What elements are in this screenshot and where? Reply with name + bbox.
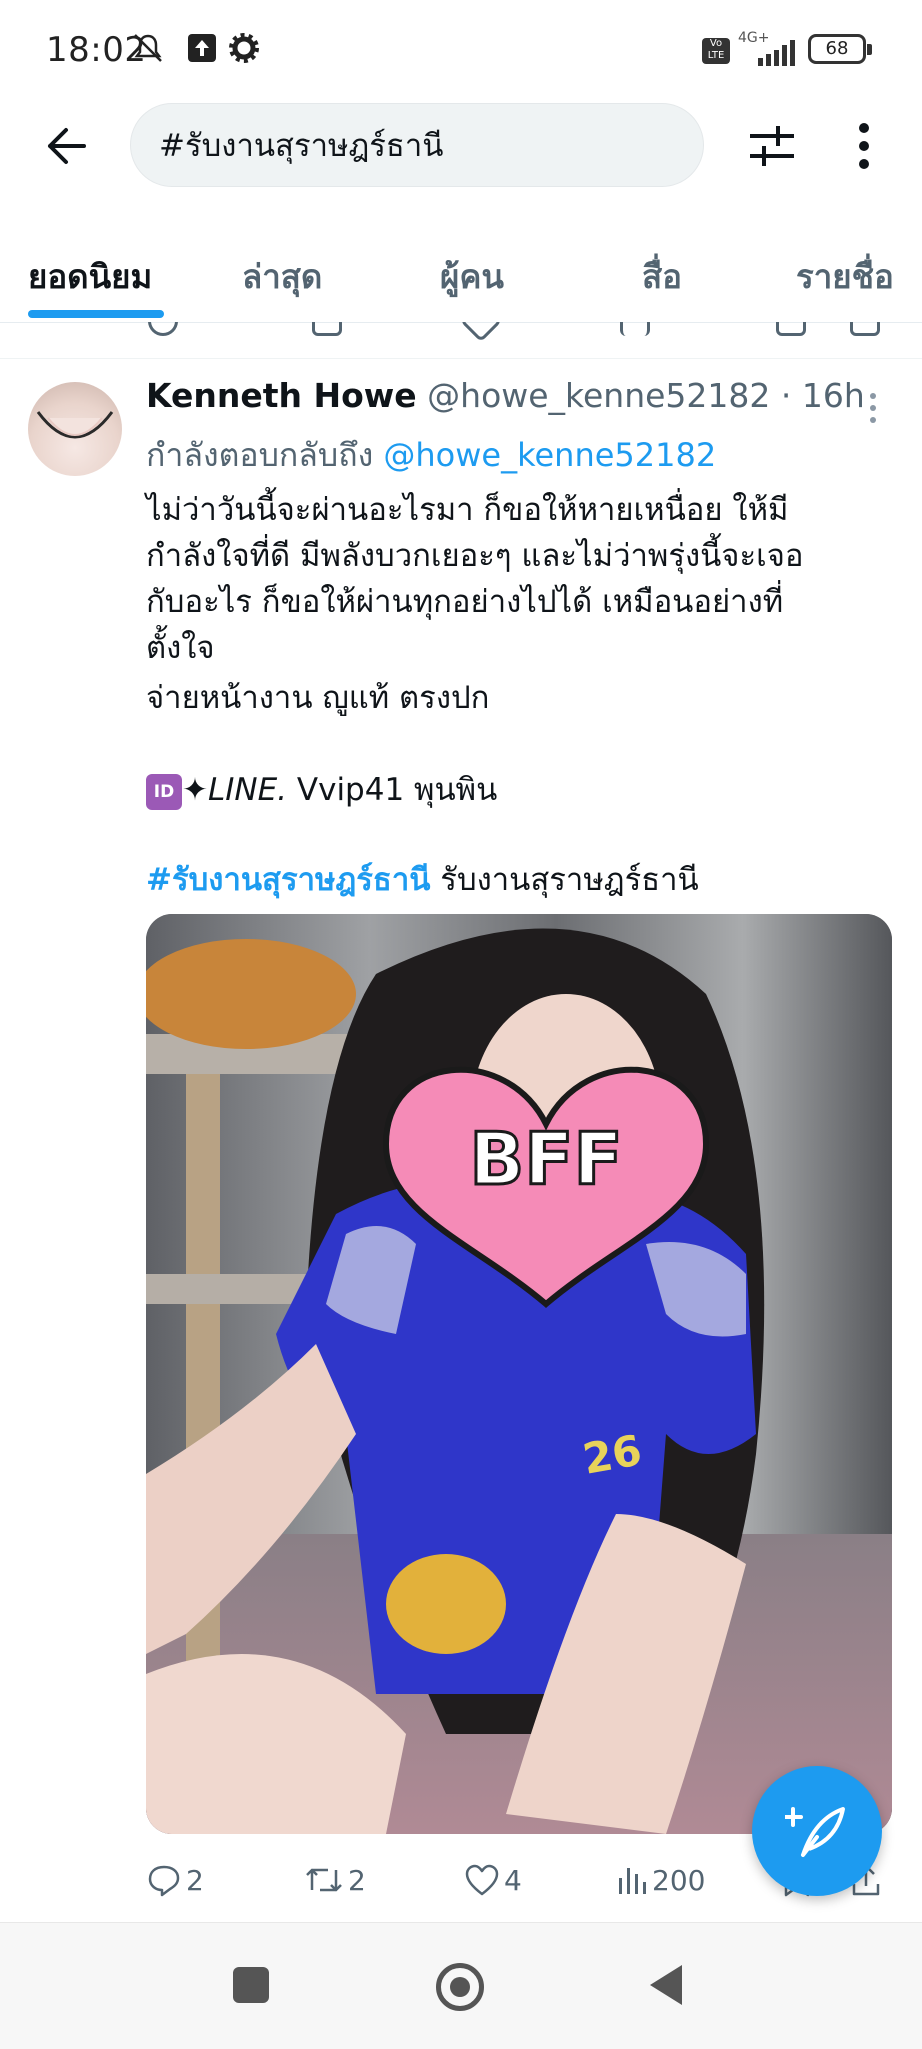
avatar-image: [36, 411, 114, 439]
search-input[interactable]: #รับงานสุราษฎร์ธานี: [130, 103, 704, 187]
vertical-dots-icon: [859, 123, 869, 169]
reply-mention[interactable]: @howe_kenne52182: [383, 436, 716, 474]
back-button[interactable]: [646, 1963, 686, 2007]
like-count: 4: [504, 1863, 522, 1897]
settings-icon: [229, 33, 259, 63]
retweet-count: 2: [348, 1863, 366, 1897]
vertical-dots-icon: [870, 393, 876, 423]
jersey-text: 26: [579, 1425, 645, 1483]
tweet-more-button[interactable]: [858, 388, 888, 428]
system-nav-bar: [0, 1922, 922, 2049]
retweet-icon: [306, 1868, 342, 1892]
tweet-header: Kenneth Howe @howe_kenne52182 · 16h: [146, 376, 866, 422]
views-button[interactable]: 200: [616, 1858, 705, 1902]
reply-button[interactable]: 2: [146, 1858, 204, 1902]
reply-prefix: กำลังตอบกลับถึง: [146, 436, 374, 474]
home-button[interactable]: [436, 1963, 484, 2011]
author-handle[interactable]: @howe_kenne52182: [427, 376, 770, 415]
tab-latest[interactable]: ล่าสุด: [242, 250, 322, 303]
sliders-icon: [750, 126, 794, 166]
share-icon: [850, 322, 880, 336]
compose-tweet-icon: [785, 1807, 845, 1857]
avatar[interactable]: [28, 382, 122, 476]
tweet-text-line: กำลังใจที่ดี มีพลังบวกเยอะๆ และไม่ว่าพรุ…: [146, 538, 804, 574]
recent-apps-button[interactable]: [233, 1967, 269, 2003]
retweet-icon: [312, 322, 342, 336]
reply-count: 2: [186, 1863, 204, 1897]
author-name[interactable]: Kenneth Howe: [146, 376, 417, 415]
header-separator: ·: [770, 376, 802, 415]
heart-icon: [465, 1864, 499, 1896]
compose-tweet-button[interactable]: [752, 1766, 882, 1896]
tweet-hashtag-line: #รับงานสุราษฎร์ธานี รับงานสุราษฎร์ธานี: [146, 854, 699, 904]
tweet-text-line: ตั้งใจ: [146, 630, 215, 666]
tweet-text-line: จ่ายหน้างาน ญูแท้ ตรงปก: [146, 680, 490, 716]
volte-icon: Vo LTE: [702, 38, 730, 64]
tweet-line-contact: ID ✦LINE. Vvip41 พุนพิน: [146, 764, 497, 814]
tab-media[interactable]: สื่อ: [642, 250, 682, 303]
photo: 26 BFF: [146, 914, 892, 1834]
upload-icon: [188, 34, 216, 62]
view-count: 200: [652, 1863, 706, 1897]
arrow-left-icon: [48, 128, 86, 164]
sparkle-icon: ✦: [182, 772, 208, 808]
id-badge-icon: ID: [146, 773, 182, 810]
status-bar: 18:02 Vo LTE 4G+ 68: [0, 0, 922, 100]
previous-tweet-actions: [0, 322, 922, 359]
tab-top[interactable]: ยอดนิยม: [28, 250, 152, 303]
more-options-button[interactable]: [832, 114, 896, 178]
heart-icon: [459, 322, 503, 343]
search-tabs: ยอดนิยม ล่าสุด ผู้คน สื่อ รายชื่อ: [0, 232, 922, 323]
mute-icon: [134, 34, 162, 62]
retweet-button[interactable]: 2: [304, 1858, 366, 1902]
active-tab-indicator: [28, 310, 164, 318]
tweet-text-line: กับอะไร ก็ขอให้ผ่านทุกอย่างไปได้ เหมือนอ…: [146, 584, 784, 620]
hashtag-suffix: รับงานสุราษฎร์ธานี: [430, 862, 699, 898]
tweet-text-line: ไม่ว่าวันนี้จะผ่านอะไรมา ก็ขอให้หายเหนื่…: [146, 492, 789, 528]
views-icon: [619, 1868, 646, 1894]
bff-sticker: BFF: [469, 1117, 622, 1201]
hashtag-link[interactable]: #รับงานสุราษฎร์ธานี: [146, 862, 430, 898]
line-label: LINE.: [207, 772, 288, 808]
battery-icon: 68: [808, 34, 872, 64]
tab-lists[interactable]: รายชื่อ: [796, 250, 894, 303]
tab-people[interactable]: ผู้คน: [440, 250, 504, 303]
reply-icon: [148, 1865, 180, 1897]
signal-icon: [758, 40, 795, 66]
home-dot-icon: [450, 1977, 470, 1997]
filter-button[interactable]: [740, 114, 804, 178]
views-icon: [620, 322, 650, 336]
like-button[interactable]: 4: [464, 1858, 522, 1902]
back-button[interactable]: [30, 110, 102, 182]
tweet-time[interactable]: 16h: [802, 376, 865, 415]
bookmark-icon: [776, 322, 806, 336]
reply-icon: [148, 322, 178, 336]
reply-context: กำลังตอบกลับถึง @howe_kenne52182: [146, 430, 716, 481]
tweet-media-image[interactable]: 26 BFF: [146, 914, 892, 1834]
line-id: Vvip41 พุนพิน: [287, 772, 498, 808]
